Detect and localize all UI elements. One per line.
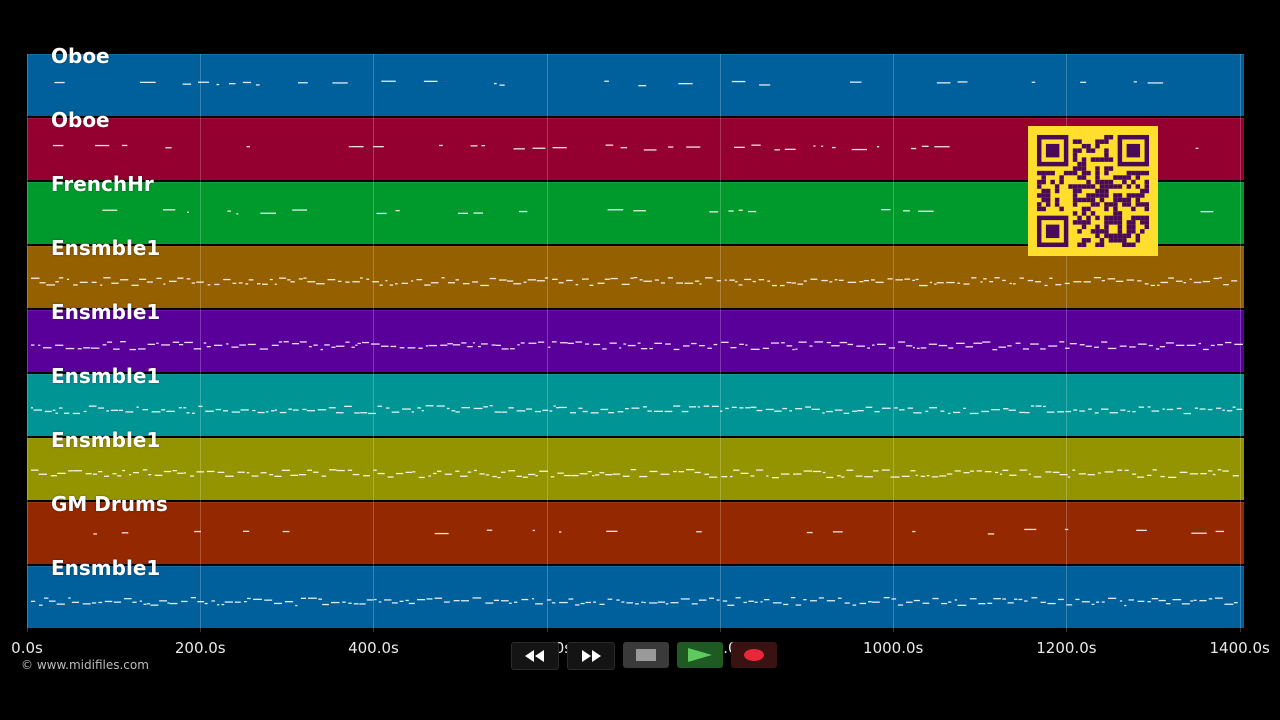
track-lane[interactable]: Ensmble1 (27, 301, 1244, 372)
track-name-label: FrenchHr (51, 172, 154, 196)
track-name-label: Ensmble1 (51, 236, 161, 260)
grid-line (27, 54, 28, 632)
stop-icon (636, 649, 656, 661)
track-name-label: GM Drums (51, 492, 168, 516)
track-name-label: Ensmble1 (51, 364, 161, 388)
track-lane[interactable]: Oboe (27, 45, 1244, 116)
track-name-label: Ensmble1 (51, 428, 161, 452)
note-pattern (31, 405, 1243, 415)
track-lane[interactable]: GM Drums (27, 493, 1244, 564)
grid-line (200, 54, 202, 632)
fast-forward-icon (582, 650, 601, 662)
record-icon (744, 649, 764, 661)
track-lane[interactable]: Ensmble1 (27, 557, 1244, 628)
time-tick-label: 1000.0s (863, 639, 924, 657)
time-tick-label: 200.0s (174, 639, 226, 657)
note-pattern (54, 80, 1164, 87)
grid-line (719, 54, 721, 632)
track-name-label: Oboe (51, 108, 110, 132)
play-icon (688, 648, 712, 662)
track-name-label: Ensmble1 (51, 556, 161, 580)
note-pattern (31, 597, 1238, 607)
track-lane[interactable]: Ensmble1 (27, 429, 1244, 500)
play-button[interactable] (677, 642, 723, 668)
stop-button[interactable] (623, 642, 669, 668)
qr-code-image[interactable] (1028, 126, 1158, 256)
grid-line (1239, 54, 1241, 632)
note-pattern (31, 469, 1239, 479)
grid-line (373, 54, 375, 632)
grid-line (893, 54, 895, 632)
copyright-text: © www.midifiles.com (21, 658, 149, 672)
time-tick-label: 400.0s (348, 639, 399, 657)
rewind-button[interactable] (511, 642, 559, 670)
rewind-icon (525, 650, 544, 662)
fast-forward-button[interactable] (567, 642, 615, 670)
track-name-label: Oboe (51, 44, 110, 68)
time-tick-label: 0.0s (11, 639, 43, 657)
track-lane[interactable]: Ensmble1 (27, 365, 1244, 436)
record-button[interactable] (731, 642, 777, 668)
time-tick-label: 1200.0s (1036, 639, 1097, 657)
note-pattern (93, 528, 1224, 535)
grid-line (546, 54, 548, 632)
track-name-label: Ensmble1 (51, 300, 161, 324)
time-tick-label: 1400.0s (1209, 639, 1270, 657)
note-pattern (31, 341, 1243, 351)
transport-controls (511, 642, 777, 670)
note-pattern (31, 277, 1238, 287)
